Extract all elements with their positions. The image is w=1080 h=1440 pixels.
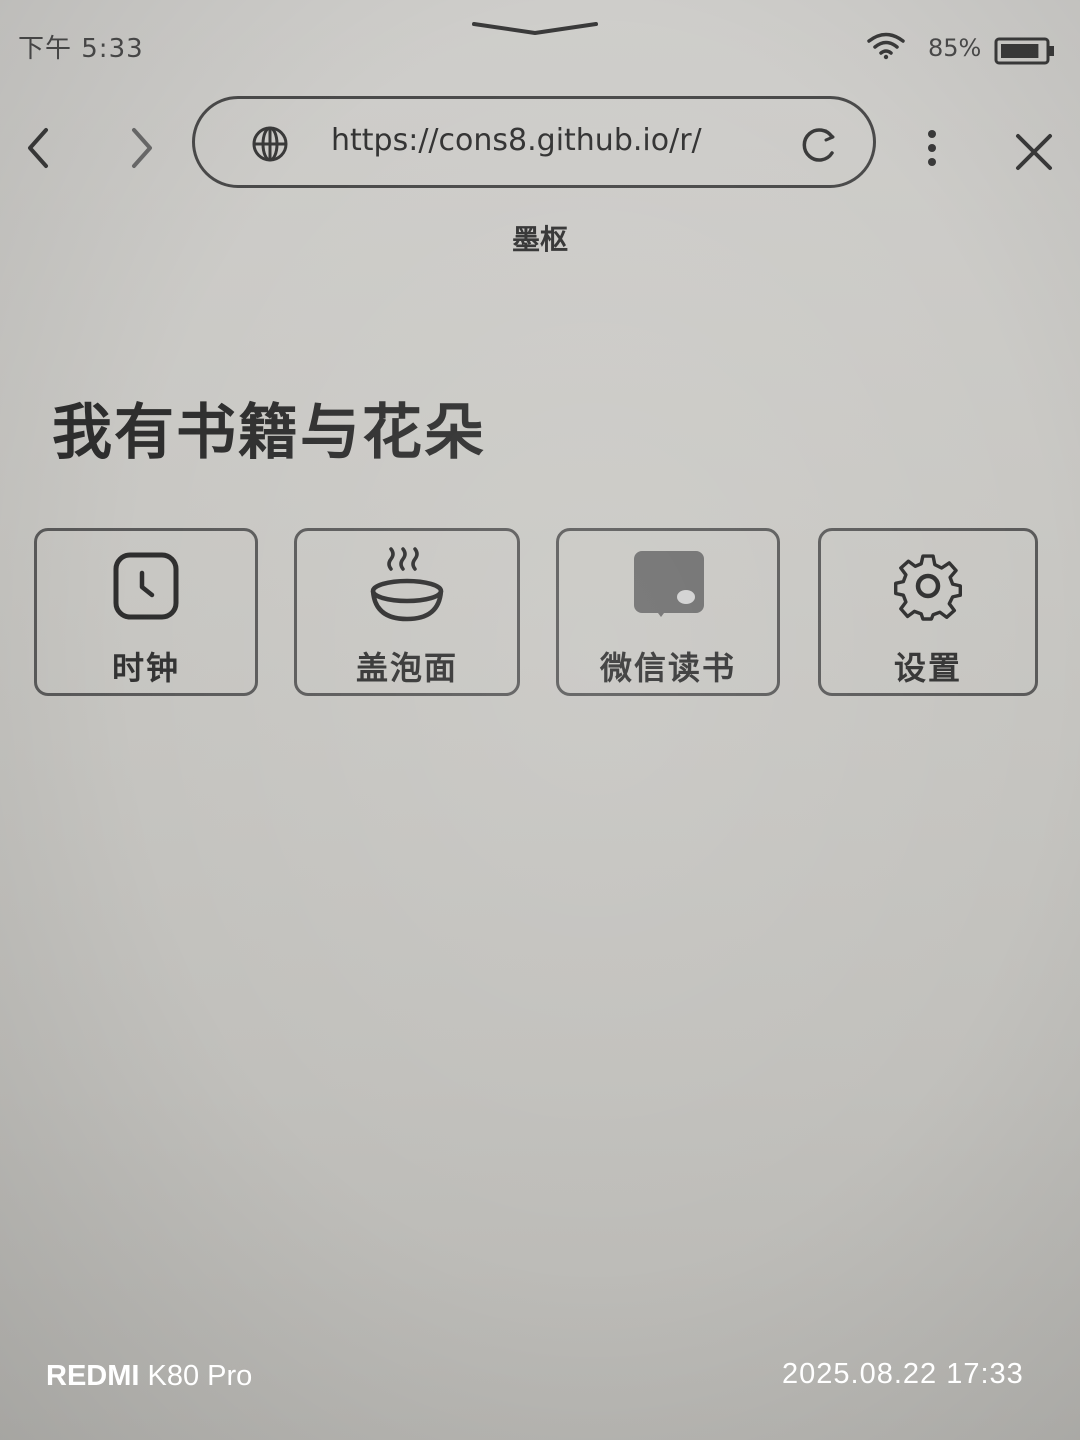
e-reader-screen: 下午 5:33 85% https://cons8.github.io/r/ 墨…	[0, 0, 1080, 1440]
more-menu-icon[interactable]	[918, 126, 946, 170]
back-icon[interactable]	[20, 124, 56, 172]
page-title: 墨枢	[511, 223, 568, 256]
globe-icon	[252, 126, 288, 162]
noodle-bowl-icon	[370, 547, 444, 622]
close-icon[interactable]	[1012, 130, 1056, 174]
app-tile-noodles[interactable]: 盖泡面	[294, 528, 520, 696]
battery-percent: 85%	[928, 34, 982, 62]
wifi-icon	[867, 32, 905, 60]
address-bar[interactable]: https://cons8.github.io/r/	[192, 96, 876, 188]
app-tile-clock[interactable]: 时钟	[34, 528, 258, 696]
tile-label: 设置	[893, 649, 962, 687]
tile-label: 盖泡面	[355, 649, 458, 687]
camera-model-watermark: REDMI K80 Pro	[46, 1360, 252, 1393]
wechat-read-icon	[634, 551, 704, 617]
pull-down-handle-icon[interactable]	[470, 20, 600, 38]
photo-vignette	[0, 0, 1080, 1440]
gear-icon	[894, 554, 963, 621]
url-text[interactable]: https://cons8.github.io/r/	[331, 123, 702, 158]
camera-timestamp-watermark: 2025.08.22 17:33	[782, 1358, 1024, 1390]
forward-icon[interactable]	[124, 124, 160, 172]
page-heading: 我有书籍与花朵	[52, 398, 486, 468]
camera-model: K80 Pro	[147, 1360, 253, 1392]
app-tile-settings[interactable]: 设置	[818, 528, 1038, 696]
clock-icon	[113, 552, 179, 620]
tile-label: 时钟	[111, 649, 180, 687]
tile-label: 微信读书	[599, 649, 736, 687]
status-time: 下午 5:33	[18, 34, 144, 64]
app-tile-wechat-read[interactable]: 微信读书	[556, 528, 780, 696]
battery-icon	[994, 37, 1054, 65]
reload-icon[interactable]	[799, 125, 839, 165]
camera-brand: REDMI	[46, 1360, 140, 1392]
battery-fill	[1001, 44, 1039, 58]
